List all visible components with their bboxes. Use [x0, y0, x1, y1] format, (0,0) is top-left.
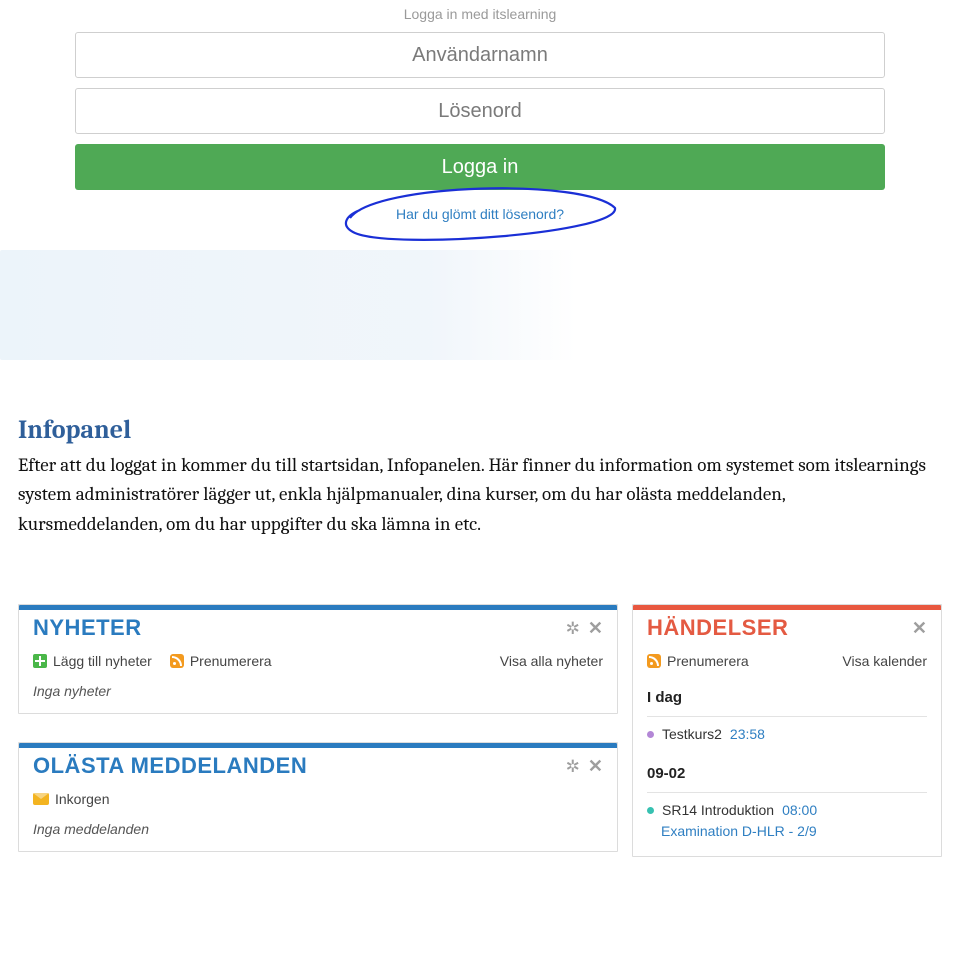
close-icon[interactable]: ✕ — [912, 619, 927, 637]
event-color-dot — [647, 731, 654, 738]
mail-icon — [33, 793, 49, 805]
news-empty-message: Inga nyheter — [33, 683, 603, 699]
divider — [647, 716, 927, 717]
password-input[interactable] — [75, 88, 885, 134]
username-input[interactable] — [75, 32, 885, 78]
news-panel: NYHETER ✲ ✕ Lägg till nyheter Prenumerer… — [18, 604, 618, 714]
events-list: I dag Testkurs2 23:58 09-02 SR14 Introduktio… — [647, 689, 927, 842]
forgot-password-area: Har du glömt ditt lösenord? — [75, 196, 885, 230]
forgot-password-link[interactable]: Har du glömt ditt lösenord? — [396, 206, 564, 222]
event-sub-item[interactable]: Examination D-HLR - 2/9 — [661, 821, 927, 842]
gear-icon[interactable]: ✲ — [566, 620, 580, 637]
subscribe-events-label: Prenumerera — [667, 653, 749, 669]
event-time-link[interactable]: 23:58 — [730, 726, 765, 742]
news-panel-title: NYHETER — [33, 615, 142, 641]
unread-panel: OLÄSTA MEDDELANDEN ✲ ✕ Inkorgen Inga med… — [18, 742, 618, 852]
rss-icon — [170, 654, 184, 668]
event-group-heading: 09-02 — [647, 765, 927, 788]
event-group-heading: I dag — [647, 689, 927, 712]
subscribe-news-link[interactable]: Prenumerera — [170, 653, 272, 669]
event-time-link[interactable]: 08:00 — [782, 802, 817, 818]
add-news-label: Lägg till nyheter — [53, 653, 152, 669]
add-news-link[interactable]: Lägg till nyheter — [33, 653, 152, 669]
inbox-link[interactable]: Inkorgen — [33, 791, 109, 807]
event-name: Testkurs2 — [662, 726, 722, 742]
divider — [647, 792, 927, 793]
rss-icon — [647, 654, 661, 668]
events-panel-title: HÄNDELSER — [647, 615, 788, 641]
events-panel: HÄNDELSER ✕ Prenumerera Visa kalender I … — [632, 604, 942, 857]
unread-empty-message: Inga meddelanden — [33, 821, 603, 837]
event-item[interactable]: Testkurs2 23:58 — [647, 723, 927, 745]
close-icon[interactable]: ✕ — [588, 619, 603, 637]
login-button[interactable]: Logga in — [75, 144, 885, 190]
section-heading: Infopanel — [18, 415, 942, 445]
gear-icon[interactable]: ✲ — [566, 758, 580, 775]
show-all-news-link[interactable]: Visa alla nyheter — [500, 653, 603, 669]
document-section: Infopanel Efter att du loggat in kommer … — [0, 360, 960, 549]
panels-grid: NYHETER ✲ ✕ Lägg till nyheter Prenumerer… — [0, 549, 960, 857]
event-sub-link[interactable]: Examination D-HLR - 2/9 — [661, 823, 817, 839]
inbox-label: Inkorgen — [55, 791, 109, 807]
login-title: Logga in med itslearning — [75, 0, 885, 32]
section-body: Efter att du loggat in kommer du till st… — [18, 451, 928, 539]
subscribe-news-label: Prenumerera — [190, 653, 272, 669]
close-icon[interactable]: ✕ — [588, 757, 603, 775]
plus-icon — [33, 654, 47, 668]
subscribe-events-link[interactable]: Prenumerera — [647, 653, 749, 669]
event-name: SR14 Introduktion — [662, 802, 774, 818]
unread-panel-title: OLÄSTA MEDDELANDEN — [33, 753, 307, 779]
login-card: Logga in med itslearning Logga in Har du… — [0, 0, 960, 230]
event-color-dot — [647, 807, 654, 814]
decorative-banner — [0, 250, 960, 360]
event-item[interactable]: SR14 Introduktion 08:00 — [647, 799, 927, 821]
show-calendar-link[interactable]: Visa kalender — [842, 653, 927, 669]
